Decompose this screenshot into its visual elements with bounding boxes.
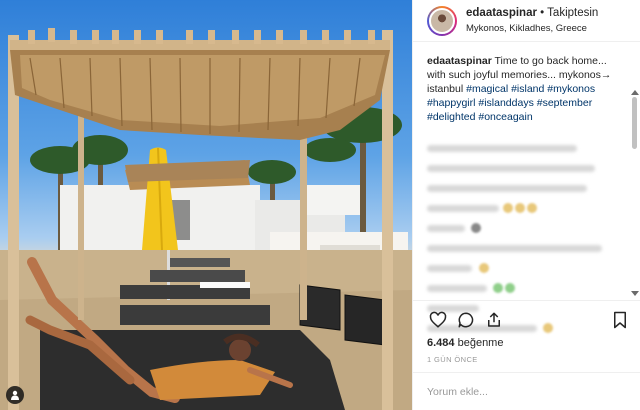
list-item — [427, 262, 623, 275]
comments-scrollbar[interactable] — [631, 90, 639, 296]
post-actions: 6.484 beğenme 1 GÜN ÖNCE — [413, 300, 640, 364]
post-caption: edaataspinar Time to go back home... wit… — [413, 42, 627, 124]
list-item — [427, 162, 623, 175]
user-icon — [11, 390, 19, 400]
list-item — [427, 182, 623, 195]
list-item — [427, 202, 623, 215]
scroll-up-arrow[interactable] — [631, 90, 639, 95]
likes-number: 6.484 — [427, 337, 455, 349]
avatar[interactable] — [427, 5, 457, 36]
bookmark-icon[interactable] — [609, 309, 631, 331]
post-side-panel: edaataspinar • Takiptesin Mykonos, Kikla… — [412, 0, 640, 410]
header-separator: • — [536, 6, 548, 19]
post-header: edaataspinar • Takiptesin Mykonos, Kikla… — [413, 0, 640, 42]
heart-icon[interactable] — [427, 309, 449, 331]
post-photo[interactable] — [0, 0, 412, 410]
list-item — [427, 222, 623, 235]
list-item — [427, 282, 623, 295]
instagram-post: edaataspinar • Takiptesin Mykonos, Kikla… — [0, 0, 640, 410]
scroll-thumb[interactable] — [632, 97, 637, 149]
username-link[interactable]: edaataspinar — [466, 7, 537, 19]
list-item — [427, 142, 623, 155]
comment-input-bar — [413, 372, 640, 410]
post-timestamp[interactable]: 1 GÜN ÖNCE — [427, 355, 631, 364]
location-link[interactable]: Mykonos, Kikladhes, Greece — [466, 23, 598, 34]
share-icon[interactable] — [483, 309, 505, 331]
likes-label: beğenme — [457, 337, 504, 349]
beach-scene-illustration — [0, 28, 412, 410]
scroll-down-arrow[interactable] — [631, 291, 639, 296]
follow-status[interactable]: Takiptesin — [547, 7, 598, 19]
caption-username[interactable]: edaataspinar — [427, 55, 492, 67]
list-item — [427, 242, 623, 255]
tagged-user-icon[interactable] — [6, 386, 24, 404]
comment-input[interactable] — [427, 385, 627, 398]
likes-count[interactable]: 6.484 beğenme — [427, 337, 631, 349]
speech-bubble-icon[interactable] — [455, 309, 477, 331]
